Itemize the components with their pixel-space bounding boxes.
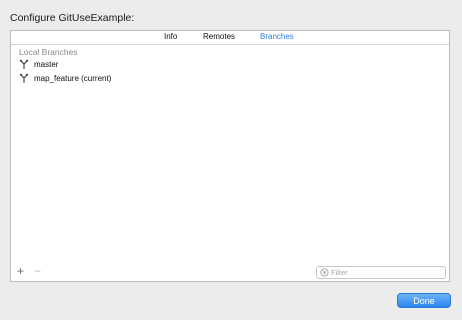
tab-bar: Info Remotes Branches <box>11 31 449 45</box>
branch-icon <box>19 73 29 83</box>
tab-info[interactable]: Info <box>164 32 177 41</box>
branch-item-map-feature[interactable]: map_feature (current) <box>19 72 219 84</box>
done-button[interactable]: Done <box>397 293 451 308</box>
branch-item-master[interactable]: master <box>19 58 219 70</box>
filter-input[interactable] <box>331 268 441 277</box>
tab-remotes[interactable]: Remotes <box>203 32 235 41</box>
local-branches-header: Local Branches <box>19 47 78 57</box>
tab-branches[interactable]: Branches <box>260 32 294 41</box>
branch-icon <box>19 59 29 69</box>
branch-label: master <box>34 59 59 69</box>
remove-branch-button[interactable]: − <box>34 265 41 277</box>
dialog-title: Configure GitUseExample: <box>10 12 135 24</box>
branches-panel: Info Remotes Branches Local Branches mas… <box>10 30 450 282</box>
add-branch-button[interactable]: + <box>17 265 24 277</box>
filter-icon <box>320 268 329 277</box>
branch-label: map_feature (current) <box>34 73 112 83</box>
filter-field[interactable] <box>316 266 446 279</box>
